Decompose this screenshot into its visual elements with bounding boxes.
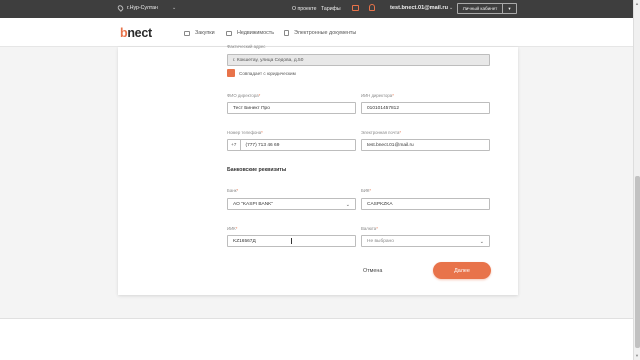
phone-label: Номер телефона* (227, 130, 263, 135)
bank-select[interactable]: АО "KASPI BANK" ⌄ (227, 198, 356, 210)
bik-label: БИК* (361, 188, 372, 193)
chevron-down-icon: ⌄ (345, 202, 350, 208)
nav-label: Электронные документы (294, 30, 357, 36)
email-value: test.bnect.01@mail.ru (367, 142, 414, 148)
nav-label: Закупки (195, 30, 215, 36)
currency-value: Не выбрано (367, 238, 394, 244)
caret-down-icon: ▾ (508, 5, 511, 11)
address-value: г. Кокшетау, улица Седова, д.50 (233, 57, 304, 63)
same-as-legal-checkbox[interactable] (227, 69, 235, 77)
iik-value: KZ16567Д (233, 238, 256, 244)
phone-input[interactable]: +7 (777) 713 46 69 (227, 139, 356, 151)
scroll-down-arrow-icon[interactable]: ▼ (635, 353, 639, 358)
bell-icon[interactable] (369, 4, 375, 11)
iik-label: ИИК* (227, 226, 238, 231)
chevron-down-icon: ⌄ (479, 239, 484, 245)
chat-bubble-icon (184, 30, 190, 36)
cabinet-dropdown-toggle[interactable]: ▾ (502, 3, 517, 14)
address-label: Фактический адрес (227, 44, 266, 49)
bank-details-heading: Банковские реквизиты (227, 167, 287, 173)
page-scrollbar[interactable]: ▲ ▼ (633, 0, 640, 360)
nav-label: Недвижимость (237, 30, 275, 36)
text-cursor-icon (291, 238, 292, 244)
chevron-down-icon: ⌄ (172, 5, 177, 11)
logo[interactable]: bnect (120, 26, 152, 40)
currency-select[interactable]: Не выбрано ⌄ (361, 235, 490, 247)
city-label: г.Нур-Султан (127, 5, 158, 11)
cancel-button[interactable]: Отмена (363, 268, 382, 274)
scrollbar-thumb[interactable] (635, 176, 640, 348)
phone-prefix: +7 (231, 140, 242, 150)
main-header: bnect Закупки Недвижимость Электронные д… (0, 18, 633, 47)
about-link[interactable]: О проекте (292, 6, 316, 12)
bank-value: АО "KASPI BANK" (233, 201, 274, 207)
location-pin-icon (116, 4, 125, 12)
scroll-up-arrow-icon[interactable]: ▲ (635, 1, 639, 6)
nav-real-estate[interactable]: Недвижимость (226, 30, 274, 36)
footer (0, 319, 633, 360)
iin-label: ИИН директора* (361, 93, 394, 98)
top-bar: г.Нур-Султан ⌄ О проекте Тарифы test.bne… (0, 0, 633, 18)
bik-value: CASPKZKA (367, 201, 393, 207)
director-value: Тест Бинект Про (233, 105, 270, 111)
city-selector[interactable]: г.Нур-Султан ⌄ (116, 4, 176, 12)
personal-cabinet-button[interactable]: Личный кабинет (457, 3, 503, 14)
email-label: Электронная почта* (361, 130, 402, 135)
nav-purchases[interactable]: Закупки (184, 30, 215, 36)
actual-address-field: г. Кокшетау, улица Седова, д.50 (227, 54, 490, 66)
currency-label: Валюта* (361, 226, 378, 231)
director-label: ФИО директора* (227, 93, 261, 98)
same-as-legal-label: Совпадает с юридическим (239, 71, 296, 76)
chat-icon[interactable] (352, 5, 359, 11)
next-button[interactable]: Далее (433, 262, 491, 279)
chevron-down-icon[interactable]: ⌄ (449, 5, 453, 11)
director-name-input[interactable]: Тест Бинект Про (227, 102, 356, 114)
company-form-card: Фактический адрес г. Кокшетау, улица Сед… (118, 44, 518, 295)
tariffs-link[interactable]: Тарифы (321, 6, 341, 12)
document-icon (284, 30, 289, 36)
bank-label: Банк* (227, 188, 239, 193)
logo-text: nect (127, 26, 152, 40)
iin-value: 010101457812 (367, 105, 400, 111)
user-email-menu[interactable]: test.bnect.01@mail.ru (390, 5, 448, 11)
email-input[interactable]: test.bnect.01@mail.ru (361, 139, 490, 151)
nav-electronic-documents[interactable]: Электронные документы (284, 30, 356, 36)
iin-input[interactable]: 010101457812 (361, 102, 490, 114)
house-icon (226, 30, 232, 36)
phone-value: (777) 713 46 69 (245, 142, 280, 148)
bik-input[interactable]: CASPKZKA (361, 198, 490, 210)
